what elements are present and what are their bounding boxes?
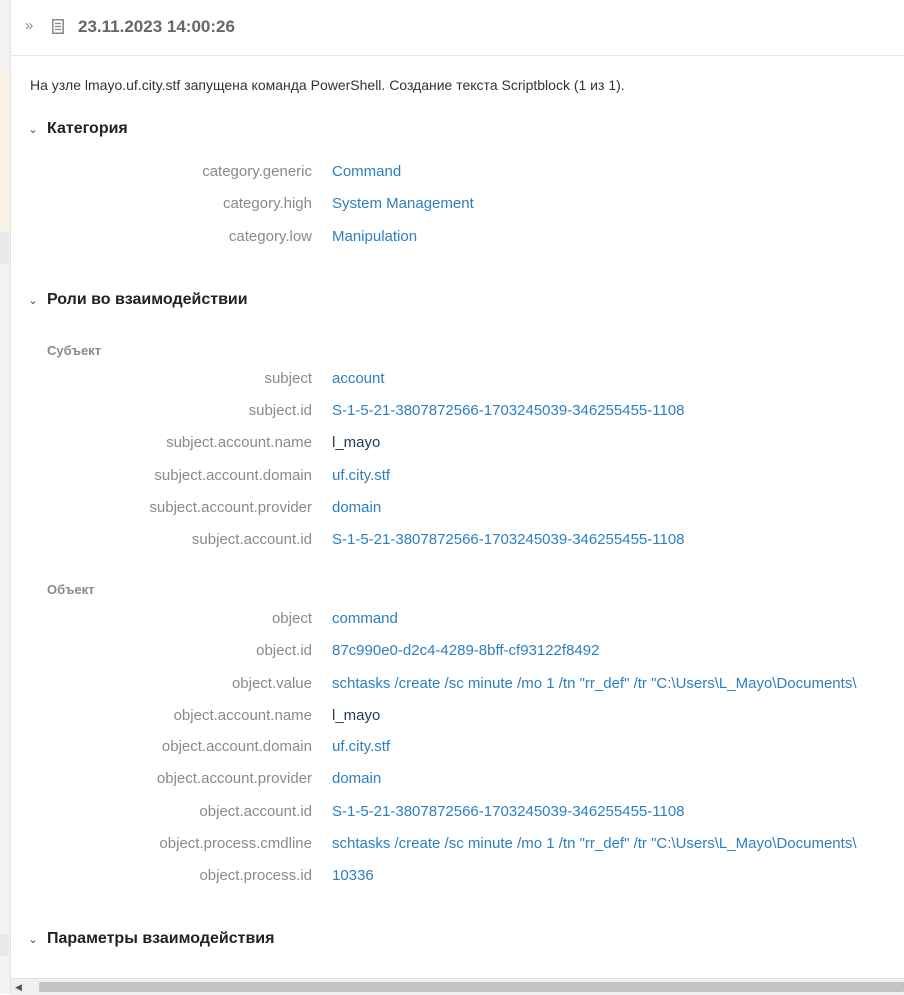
field-row: object.account.name l_mayo bbox=[0, 706, 904, 726]
field-row: category.high System Management bbox=[0, 194, 904, 214]
field-value[interactable]: Command bbox=[332, 162, 401, 182]
chevron-down-icon[interactable]: ⌄ bbox=[26, 294, 40, 307]
field-value[interactable]: S-1-5-21-3807872566-1703245039-346255455… bbox=[332, 530, 685, 550]
section-title: Роли во взаимодействии bbox=[47, 291, 248, 308]
field-key: category.high bbox=[223, 195, 312, 212]
field-value[interactable]: l_mayo bbox=[332, 433, 380, 453]
field-row: object.account.provider domain bbox=[0, 769, 904, 789]
field-key: object bbox=[271, 610, 312, 627]
field-row: object command bbox=[0, 609, 904, 629]
field-key: category.low bbox=[228, 228, 312, 245]
field-value[interactable]: 10336 bbox=[332, 866, 374, 886]
field-row: subject.id S-1-5-21-3807872566-170324503… bbox=[0, 401, 904, 421]
field-value[interactable]: S-1-5-21-3807872566-1703245039-346255455… bbox=[332, 401, 685, 421]
field-key: subject.account.provider bbox=[149, 499, 312, 516]
adjacent-panel-row bbox=[0, 934, 9, 956]
field-key: object.value bbox=[231, 675, 312, 692]
field-value[interactable]: l_mayo bbox=[332, 706, 380, 726]
field-key: subject.account.domain bbox=[154, 467, 312, 484]
field-row: category.generic Command bbox=[0, 162, 904, 182]
field-key: object.account.id bbox=[199, 803, 312, 820]
field-key: object.account.provider bbox=[156, 770, 312, 787]
field-key: object.id bbox=[256, 642, 312, 659]
field-row: object.process.id 10336 bbox=[0, 866, 904, 886]
document-icon bbox=[52, 19, 64, 39]
field-row: subject.account.provider domain bbox=[0, 498, 904, 518]
field-row: object.process.cmdline schtasks /create … bbox=[0, 834, 904, 854]
subject-subheader: Субъект bbox=[47, 343, 102, 358]
event-timestamp: 23.11.2023 14:00:26 bbox=[78, 17, 235, 36]
section-title: Параметры взаимодействия bbox=[47, 930, 275, 947]
field-row: subject.account.name l_mayo bbox=[0, 433, 904, 453]
field-value[interactable]: Manipulation bbox=[332, 227, 417, 247]
object-subheader: Объект bbox=[47, 582, 95, 597]
field-value[interactable]: uf.city.stf bbox=[332, 466, 390, 486]
field-value[interactable]: S-1-5-21-3807872566-1703245039-346255455… bbox=[332, 802, 685, 822]
horizontal-scrollbar[interactable]: ◀ bbox=[11, 978, 904, 995]
event-header: » 23.11.2023 14:00:26 bbox=[11, 0, 904, 56]
field-row: object.account.id S-1-5-21-3807872566-17… bbox=[0, 802, 904, 822]
field-row: subject account bbox=[0, 369, 904, 389]
section-category[interactable]: ⌄ Категория bbox=[26, 120, 128, 138]
field-key: subject.id bbox=[248, 402, 312, 419]
field-key: subject bbox=[264, 370, 312, 387]
field-row: category.low Manipulation bbox=[0, 227, 904, 247]
field-key: object.account.domain bbox=[161, 738, 312, 755]
chevron-down-icon[interactable]: ⌄ bbox=[26, 933, 40, 946]
double-chevron-right-icon[interactable]: » bbox=[25, 17, 33, 35]
field-value[interactable]: domain bbox=[332, 769, 381, 789]
field-value[interactable]: System Management bbox=[332, 194, 474, 214]
chevron-down-icon[interactable]: ⌄ bbox=[26, 123, 40, 136]
field-row: object.value schtasks /create /sc minute… bbox=[0, 674, 904, 694]
field-value[interactable]: schtasks /create /sc minute /mo 1 /tn "r… bbox=[332, 674, 857, 694]
event-description: На узле lmayo.uf.city.stf запущена коман… bbox=[30, 77, 625, 93]
field-value[interactable]: command bbox=[332, 609, 398, 629]
field-key: category.generic bbox=[202, 163, 312, 180]
field-row: subject.account.domain uf.city.stf bbox=[0, 466, 904, 486]
field-value[interactable]: schtasks /create /sc minute /mo 1 /tn "r… bbox=[332, 834, 857, 854]
field-key: subject.account.name bbox=[166, 434, 312, 451]
field-row: subject.account.id S-1-5-21-3807872566-1… bbox=[0, 530, 904, 550]
field-value[interactable]: 87c990e0-d2c4-4289-8bff-cf93122f8492 bbox=[332, 641, 599, 661]
section-roles[interactable]: ⌄ Роли во взаимодействии bbox=[26, 291, 248, 309]
field-key: object.account.name bbox=[173, 707, 312, 724]
field-row: object.id 87c990e0-d2c4-4289-8bff-cf9312… bbox=[0, 641, 904, 661]
section-title: Категория bbox=[47, 120, 128, 137]
field-key: subject.account.id bbox=[191, 531, 312, 548]
field-value[interactable]: uf.city.stf bbox=[332, 737, 390, 757]
section-params[interactable]: ⌄ Параметры взаимодействия bbox=[26, 930, 274, 948]
scroll-left-arrow-icon[interactable]: ◀ bbox=[15, 982, 22, 993]
field-value[interactable]: domain bbox=[332, 498, 381, 518]
scrollbar-thumb[interactable] bbox=[39, 982, 904, 992]
field-key: object.process.cmdline bbox=[159, 835, 312, 852]
field-value[interactable]: account bbox=[332, 369, 385, 389]
field-row: object.account.domain uf.city.stf bbox=[0, 737, 904, 757]
field-key: object.process.id bbox=[199, 867, 312, 884]
